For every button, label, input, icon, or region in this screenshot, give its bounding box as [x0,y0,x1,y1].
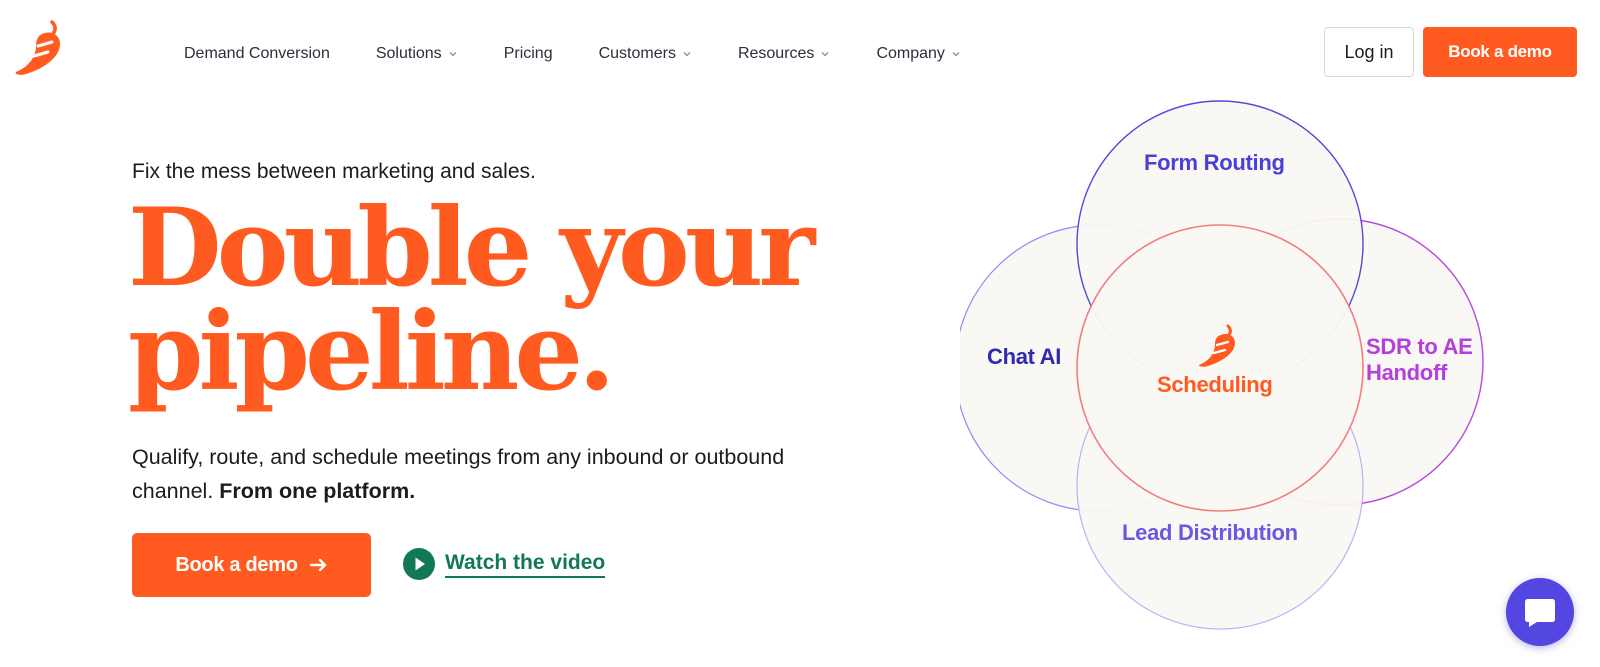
main-nav: Demand Conversion Solutions Pricing Cust… [184,40,1007,68]
hero-eyebrow: Fix the mess between marketing and sales… [132,160,536,183]
hero-headline-line1: Double your [128,185,815,311]
watch-video-link[interactable]: Watch the video [403,548,606,580]
nav-solutions-label: Solutions [375,45,442,62]
label-sdr-line1: SDR to AE [1366,334,1473,359]
chevron-down-icon [449,52,457,57]
hero-headline: Double your pipeline. [128,185,815,415]
label-form-routing: Form Routing [1144,150,1285,175]
nav-company-label: Company [876,45,945,62]
nav-resources[interactable]: Resources [738,45,830,63]
book-demo-button-header[interactable]: Book a demo [1423,27,1577,77]
pepper-logo-icon[interactable] [12,20,66,78]
nav-company[interactable]: Company [876,45,960,63]
chevron-down-icon [683,52,691,57]
hero-subtext: Qualify, route, and schedule meetings fr… [132,440,812,508]
circle-scheduling [1076,224,1364,512]
label-lead-distribution: Lead Distribution [1122,520,1298,545]
chat-widget-button[interactable] [1506,578,1574,646]
nav-demand-conversion[interactable]: Demand Conversion [184,45,330,63]
play-icon [403,548,435,580]
label-chat-ai: Chat AI [987,344,1062,369]
arrow-right-icon [309,558,326,572]
label-sdr-line2: Handoff [1366,360,1447,385]
nav-demand-conversion-label: Demand Conversion [184,45,330,62]
book-demo-button-hero[interactable]: Book a demo [132,533,371,597]
nav-pricing-label: Pricing [503,45,553,62]
label-scheduling: Scheduling [1157,372,1273,397]
nav-customers-label: Customers [598,45,676,62]
nav-customers[interactable]: Customers [599,45,692,63]
watch-video-label: Watch the video [445,551,606,578]
chevron-down-icon [952,52,960,57]
nav-resources-label: Resources [737,45,815,62]
hero-headline-line2: pipeline. [128,289,616,415]
book-demo-hero-label: Book a demo [175,553,298,576]
login-button[interactable]: Log in [1324,27,1414,77]
nav-solutions[interactable]: Solutions [376,45,458,63]
chat-bubble-icon [1525,599,1555,627]
label-sdr-handoff: SDR to AE Handoff [1366,334,1473,386]
nav-pricing[interactable]: Pricing [504,45,553,63]
chevron-down-icon [821,52,829,57]
venn-diagram: Form Routing Chat AI Scheduling SDR to A… [960,96,1520,636]
hero-subtext-bold: From one platform. [219,479,416,503]
